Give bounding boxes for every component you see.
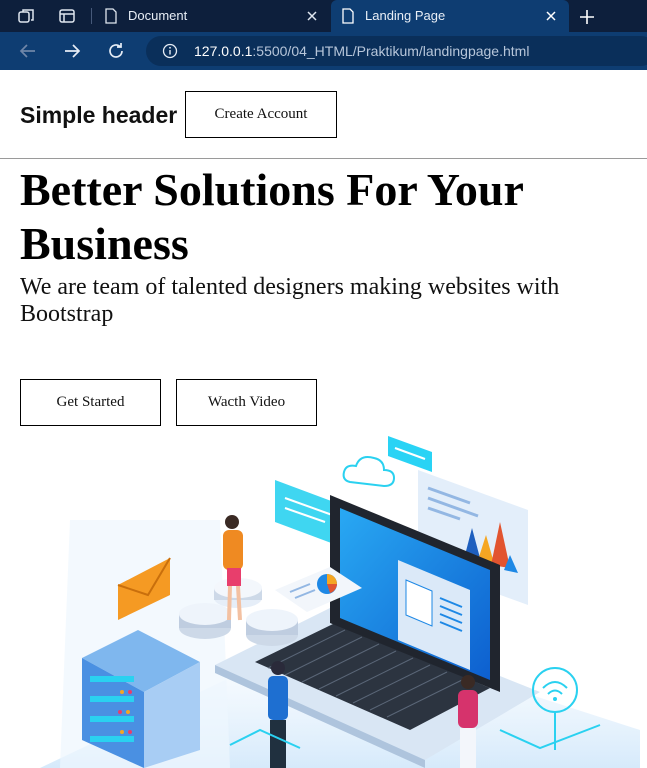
browser-toolbar: 127.0.0.1:5500/04_HTML/Praktikum/landing… — [0, 32, 647, 70]
refresh-icon[interactable] — [105, 40, 127, 62]
page-icon — [342, 8, 354, 24]
tab-actions-icon[interactable] — [58, 7, 76, 25]
url-host: 127.0.0.1 — [194, 43, 253, 59]
watch-video-button[interactable]: Wacth Video — [176, 379, 317, 426]
tab-separator — [91, 8, 92, 24]
floating-chart-card — [388, 436, 432, 472]
browser-tab-strip: Document Landing Page — [0, 0, 647, 32]
tab-title: Landing Page — [365, 8, 446, 23]
back-arrow-icon[interactable] — [17, 40, 39, 62]
site-header: Simple header Create Account — [0, 70, 647, 159]
hero-title: Better Solutions For Your Business — [20, 164, 524, 269]
info-icon[interactable] — [162, 43, 178, 59]
get-started-button[interactable]: Get Started — [20, 379, 161, 426]
close-icon[interactable] — [541, 6, 561, 26]
close-icon[interactable] — [302, 6, 322, 26]
create-account-button[interactable]: Create Account — [185, 91, 337, 138]
workspaces-icon[interactable] — [17, 7, 35, 25]
brand-title: Simple header — [20, 102, 178, 128]
url-text: 127.0.0.1:5500/04_HTML/Praktikum/landing… — [194, 43, 529, 59]
hero-subtitle: We are team of talented designers making… — [20, 274, 560, 327]
forward-arrow-icon[interactable] — [61, 40, 83, 62]
hero-illustration — [40, 436, 640, 768]
url-path: :5500/04_HTML/Praktikum/landingpage.html — [252, 43, 530, 59]
tab-document[interactable]: Document — [94, 0, 330, 32]
cloud-icon — [342, 456, 396, 488]
address-bar[interactable]: 127.0.0.1:5500/04_HTML/Praktikum/landing… — [146, 36, 647, 66]
new-tab-plus-icon[interactable] — [576, 6, 598, 28]
person-man-standing — [268, 661, 288, 768]
tab-title: Document — [128, 8, 188, 23]
page-icon — [105, 8, 117, 24]
tab-landing-page[interactable]: Landing Page — [331, 0, 569, 32]
